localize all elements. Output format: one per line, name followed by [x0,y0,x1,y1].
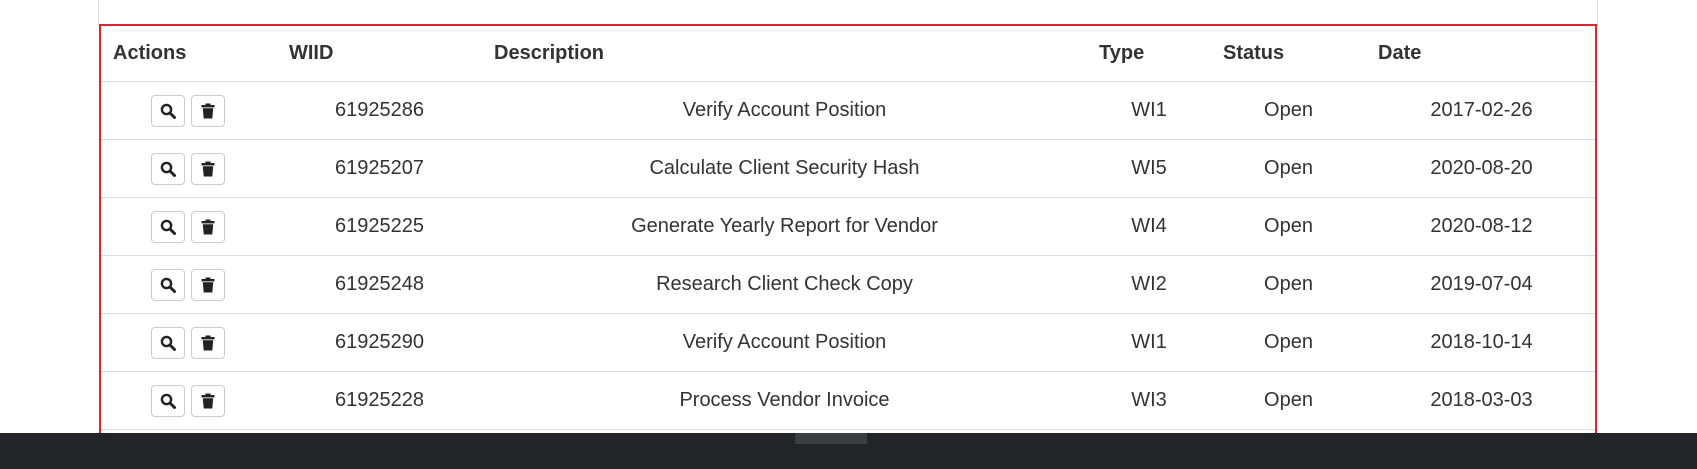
page: Actions WIID Description Type Status Dat… [0,0,1697,469]
cell-description: Generate Yearly Report for Vendor [482,197,1087,256]
cell-type: WI2 [1087,255,1211,314]
view-button[interactable] [151,384,185,417]
cell-date: 2017-02-26 [1366,81,1595,140]
search-icon [160,335,176,351]
row-actions [101,94,277,127]
trash-icon [201,335,215,351]
work-items-table: Actions WIID Description Type Status Dat… [101,26,1595,430]
search-icon [160,277,176,293]
cell-status: Open [1211,81,1366,140]
cell-description: Process Vendor Invoice [482,371,1087,430]
delete-button[interactable] [191,152,225,185]
actions-cell [101,371,277,430]
view-button[interactable] [151,268,185,301]
scrollbar-thumb[interactable] [795,433,867,444]
delete-button[interactable] [191,326,225,359]
header-type[interactable]: Type [1087,26,1211,82]
table-header: Actions WIID Description Type Status Dat… [101,26,1595,82]
cell-date: 2020-08-20 [1366,139,1595,198]
cell-wiid: 61925207 [277,139,482,198]
view-button[interactable] [151,152,185,185]
cell-wiid: 61925286 [277,81,482,140]
trash-icon [201,277,215,293]
cell-type: WI4 [1087,197,1211,256]
table-row[interactable]: 61925225 Generate Yearly Report for Vend… [101,197,1595,256]
table-row[interactable]: 61925290 Verify Account Position WI1 Ope… [101,313,1595,372]
cell-wiid: 61925225 [277,197,482,256]
actions-cell [101,313,277,372]
panel-border-right [1597,0,1598,26]
delete-button[interactable] [191,210,225,243]
cell-description: Calculate Client Security Hash [482,139,1087,198]
delete-button[interactable] [191,94,225,127]
row-actions [101,152,277,185]
row-actions [101,384,277,417]
header-date[interactable]: Date [1366,26,1595,82]
actions-cell [101,197,277,256]
actions-cell [101,255,277,314]
delete-button[interactable] [191,268,225,301]
table-row[interactable]: 61925207 Calculate Client Security Hash … [101,139,1595,198]
header-status[interactable]: Status [1211,26,1366,82]
cell-wiid: 61925228 [277,371,482,430]
cell-type: WI3 [1087,371,1211,430]
view-button[interactable] [151,326,185,359]
cell-type: WI1 [1087,313,1211,372]
cell-description: Verify Account Position [482,313,1087,372]
search-icon [160,161,176,177]
cell-status: Open [1211,255,1366,314]
trash-icon [201,219,215,235]
cell-description: Verify Account Position [482,81,1087,140]
work-items-table-frame: Actions WIID Description Type Status Dat… [99,24,1597,441]
header-actions[interactable]: Actions [101,26,277,82]
table-row[interactable]: 61925286 Verify Account Position WI1 Ope… [101,81,1595,140]
header-wiid[interactable]: WIID [277,26,482,82]
search-icon [160,103,176,119]
table-row[interactable]: 61925248 Research Client Check Copy WI2 … [101,255,1595,314]
cell-wiid: 61925248 [277,255,482,314]
cell-type: WI1 [1087,81,1211,140]
header-row: Actions WIID Description Type Status Dat… [101,26,1595,82]
cell-date: 2020-08-12 [1366,197,1595,256]
trash-icon [201,393,215,409]
view-button[interactable] [151,210,185,243]
cell-date: 2018-03-03 [1366,371,1595,430]
search-icon [160,393,176,409]
header-description[interactable]: Description [482,26,1087,82]
cell-status: Open [1211,371,1366,430]
actions-cell [101,81,277,140]
panel-border-left [98,0,99,26]
view-button[interactable] [151,94,185,127]
search-icon [160,219,176,235]
table-body: 61925286 Verify Account Position WI1 Ope… [101,81,1595,430]
delete-button[interactable] [191,384,225,417]
trash-icon [201,161,215,177]
row-actions [101,210,277,243]
cell-description: Research Client Check Copy [482,255,1087,314]
cell-status: Open [1211,139,1366,198]
cell-type: WI5 [1087,139,1211,198]
cell-date: 2019-07-04 [1366,255,1595,314]
trash-icon [201,103,215,119]
table-row[interactable]: 61925228 Process Vendor Invoice WI3 Open… [101,371,1595,430]
cell-status: Open [1211,313,1366,372]
cell-status: Open [1211,197,1366,256]
row-actions [101,268,277,301]
cell-date: 2018-10-14 [1366,313,1595,372]
cell-wiid: 61925290 [277,313,482,372]
actions-cell [101,139,277,198]
row-actions [101,326,277,359]
